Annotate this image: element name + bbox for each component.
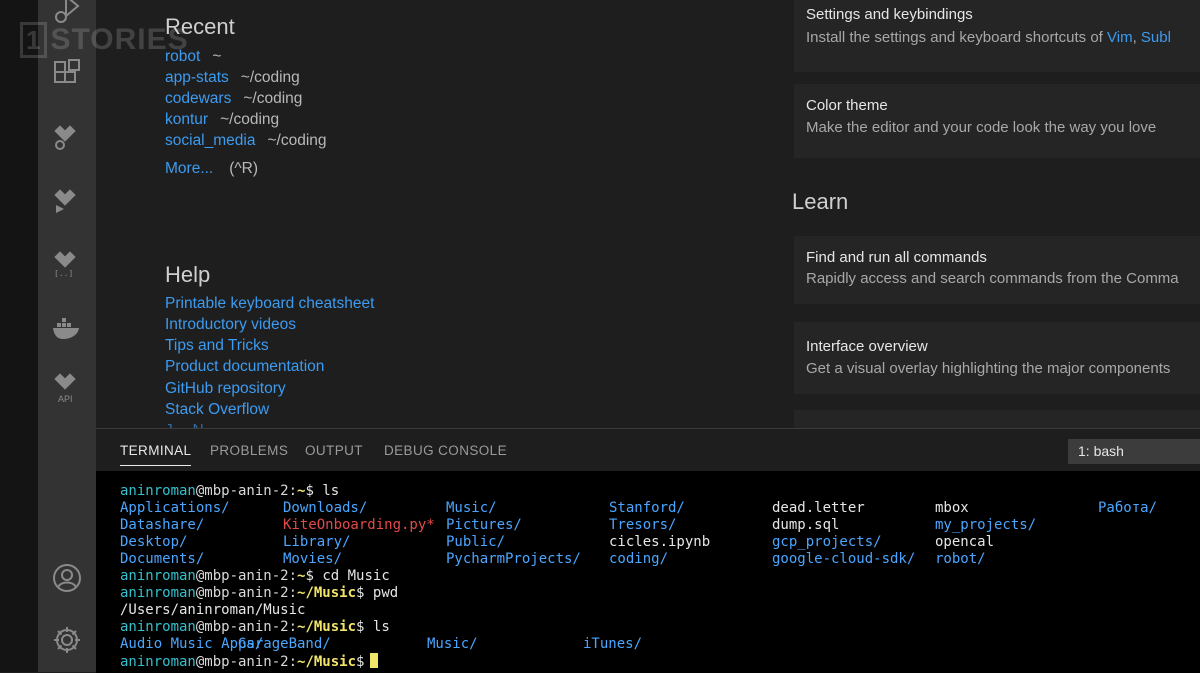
tab-debug-console[interactable]: DEBUG CONSOLE: [384, 443, 507, 458]
music-ls-output: Audio Music Apps/ GarageBand/ Music/ iTu…: [120, 636, 1200, 653]
terminal-select[interactable]: 1: bash: [1068, 439, 1200, 464]
find-commands-card[interactable]: Find and run all commands Rapidly access…: [794, 236, 1200, 304]
ls-column: Applications/ Datashare/ Desktop/ Docume…: [120, 500, 230, 567]
terminal-line: aninroman@mbp-anin-2:~/Music$: [120, 653, 1200, 670]
svg-text:API: API: [58, 394, 73, 404]
extensions-icon[interactable]: [38, 56, 96, 92]
svg-text:[..]: [..]: [54, 269, 73, 277]
terminal-output[interactable]: aninroman@mbp-anin-2:~$ ls Applications/…: [120, 483, 1200, 670]
next-card-partial[interactable]: [794, 410, 1200, 428]
recent-item-path: ~: [212, 48, 222, 65]
account-icon[interactable]: [38, 560, 96, 596]
terminal-line: aninroman@mbp-anin-2:~$ ls: [120, 483, 340, 499]
kite-icon[interactable]: [38, 118, 96, 154]
help-link-partial[interactable]: J… N…: [165, 420, 219, 428]
ls-column: Downloads/ KiteOnboarding.py* Library/ M…: [283, 500, 435, 567]
ls-column: Music/ Pictures/ Public/ PycharmProjects…: [446, 500, 581, 567]
settings-keybindings-card[interactable]: Settings and keybindings Install the set…: [794, 0, 1200, 72]
docker-icon[interactable]: [38, 310, 96, 346]
ls-output: Applications/ Datashare/ Desktop/ Docume…: [120, 500, 1200, 568]
ls-column: Stanford/ Tresors/ cicles.ipynb coding/: [609, 500, 711, 567]
card-desc: Get a visual overlay highlighting the ma…: [806, 360, 1171, 377]
kite-snippets-icon[interactable]: [..]: [38, 244, 96, 280]
more-shortcut: (^R): [229, 160, 259, 177]
settings-gear-icon[interactable]: [38, 622, 96, 658]
terminal-line: aninroman@mbp-anin-2:~/Music$ pwd: [120, 585, 399, 601]
left-margin: [0, 0, 38, 672]
terminal-cursor: [370, 653, 379, 668]
ls-column: Работа/: [1098, 500, 1158, 516]
watermark-logo: 1 STORIES: [20, 22, 189, 58]
api-icon[interactable]: API: [38, 370, 96, 406]
card-title: Interface overview: [806, 338, 928, 355]
recent-item-link[interactable]: kontur: [165, 111, 208, 128]
terminal-line: aninroman@mbp-anin-2:~/Music$ ls: [120, 619, 390, 635]
help-link-cheatsheet[interactable]: Printable keyboard cheatsheet: [165, 293, 374, 314]
recent-item-path: ~/coding: [267, 132, 327, 149]
help-link-github[interactable]: GitHub repository: [165, 378, 286, 399]
card-desc: Install the settings and keyboard shortc…: [806, 29, 1171, 46]
recent-item-link[interactable]: social_media: [165, 132, 255, 149]
bottom-panel: TERMINAL PROBLEMS OUTPUT DEBUG CONSOLE 1…: [96, 428, 1200, 673]
color-theme-card[interactable]: Color theme Make the editor and your cod…: [794, 84, 1200, 158]
card-desc: Rapidly access and search commands from …: [806, 270, 1179, 287]
card-title: Find and run all commands: [806, 249, 987, 266]
terminal-line: /Users/aninroman/Music: [120, 602, 306, 618]
recent-item-path: ~/coding: [243, 90, 303, 107]
help-link-docs[interactable]: Product documentation: [165, 356, 324, 377]
ls-column: dead.letter dump.sql gcp_projects/ googl…: [772, 500, 916, 567]
ls-entry: iTunes/: [583, 636, 643, 652]
card-desc: Make the editor and your code look the w…: [806, 119, 1157, 136]
help-link-stackoverflow[interactable]: Stack Overflow: [165, 399, 269, 420]
ls-entry: GarageBand/: [238, 636, 331, 652]
interface-overview-card[interactable]: Interface overview Get a visual overlay …: [794, 322, 1200, 394]
tab-output[interactable]: OUTPUT: [305, 443, 363, 458]
recent-item: social_media ~/coding: [165, 130, 327, 151]
ls-column: mbox my_projects/ opencal robot/: [935, 500, 1037, 567]
help-title: Help: [165, 262, 211, 287]
recent-item-link[interactable]: codewars: [165, 90, 231, 107]
recent-item: app-stats ~/coding: [165, 67, 300, 88]
help-link-videos[interactable]: Introductory videos: [165, 314, 296, 335]
recent-item: codewars ~/coding: [165, 88, 302, 109]
kite-run-icon[interactable]: [38, 182, 96, 218]
recent-item-link[interactable]: app-stats: [165, 69, 229, 86]
panel-tabs: TERMINAL PROBLEMS OUTPUT DEBUG CONSOLE 1…: [96, 429, 1200, 471]
learn-title: Learn: [792, 189, 849, 214]
more-link[interactable]: More...: [165, 160, 213, 177]
ls-entry: Music/: [427, 636, 478, 652]
welcome-page: Recent robot ~ app-stats ~/coding codewars…: [96, 0, 1200, 428]
help-link-tips[interactable]: Tips and Tricks: [165, 335, 269, 356]
tab-problems[interactable]: PROBLEMS: [210, 443, 288, 458]
recent-item-path: ~/coding: [240, 69, 300, 86]
terminal-line: aninroman@mbp-anin-2:~$ cd Music: [120, 568, 390, 584]
recent-item: kontur ~/coding: [165, 109, 279, 130]
tab-terminal[interactable]: TERMINAL: [120, 443, 192, 466]
recent-more: More... (^R): [165, 158, 258, 179]
recent-item-path: ~/coding: [220, 111, 280, 128]
card-title: Settings and keybindings: [806, 6, 973, 23]
activity-bar: [..] API: [38, 0, 96, 672]
card-title: Color theme: [806, 97, 888, 114]
